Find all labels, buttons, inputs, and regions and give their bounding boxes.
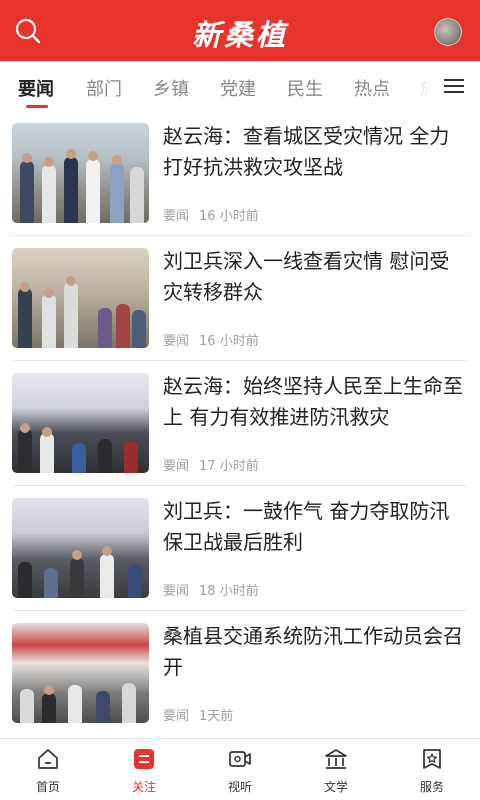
article-time: 17 小时前 <box>199 459 259 474</box>
channel-tabs: 要闻 部门 乡镇 党建 民生 热点 旅 <box>0 61 480 111</box>
article-title: 桑植县交通系统防汛工作动员会召开 <box>163 624 463 679</box>
article-category: 要闻 <box>163 709 190 724</box>
article-meta: 要闻 1天前 <box>163 705 243 724</box>
article-meta: 要闻 16 小时前 <box>163 330 269 349</box>
article-item[interactable]: 赵云海：始终坚持人民至上生命至上 有力有效推进防汛救灾 要闻 17 小时前 <box>12 361 468 486</box>
article-time: 18 小时前 <box>199 584 259 599</box>
follow-icon <box>134 749 154 769</box>
article-title: 刘卫兵：一鼓作气 奋力夺取防汛保卫战最后胜利 <box>163 499 450 554</box>
article-thumbnail <box>12 123 149 223</box>
nav-label: 文学 <box>323 780 348 794</box>
app-logo: 新桑植 <box>191 18 288 52</box>
nav-label: 服务 <box>419 780 444 794</box>
article-item[interactable]: 刘卫兵：一鼓作气 奋力夺取防汛保卫战最后胜利 要闻 18 小时前 <box>12 486 468 611</box>
article-category: 要闻 <box>163 209 190 224</box>
article-time: 16 小时前 <box>199 209 259 224</box>
tabs-fade <box>392 61 432 111</box>
tab-minsheng[interactable]: 民生 <box>287 75 323 101</box>
nav-video[interactable]: 视听 <box>192 739 288 800</box>
active-tab-indicator <box>26 105 48 108</box>
nav-label: 关注 <box>131 780 156 794</box>
bottom-nav: 首页 关注 视听 文学 服务 <box>0 738 480 800</box>
article-thumbnail <box>12 498 149 598</box>
home-icon <box>38 749 58 769</box>
nav-home[interactable]: 首页 <box>0 739 96 800</box>
literature-icon <box>325 749 347 769</box>
article-thumbnail <box>12 373 149 473</box>
nav-label: 首页 <box>35 780 60 794</box>
article-item[interactable]: 刘卫兵深入一线查看灾情 慰问受灾转移群众 要闻 16 小时前 <box>12 236 468 361</box>
avatar[interactable] <box>434 18 462 46</box>
article-category: 要闻 <box>163 334 190 349</box>
article-category: 要闻 <box>163 459 190 474</box>
article-title: 赵云海：始终坚持人民至上生命至上 有力有效推进防汛救灾 <box>163 374 463 429</box>
article-time: 1天前 <box>199 709 234 724</box>
article-meta: 要闻 17 小时前 <box>163 455 269 474</box>
app-header: 新桑植 <box>0 0 480 61</box>
article-title: 刘卫兵深入一线查看灾情 慰问受灾转移群众 <box>163 249 450 304</box>
tab-redian[interactable]: 热点 <box>354 75 390 101</box>
nav-literature[interactable]: 文学 <box>288 739 384 800</box>
article-thumbnail <box>12 248 149 348</box>
tab-xiangzhen[interactable]: 乡镇 <box>153 75 189 101</box>
article-item[interactable]: 赵云海：查看城区受灾情况 全力打好抗洪救灾攻坚战 要闻 16 小时前 <box>12 111 468 236</box>
tab-bumen[interactable]: 部门 <box>86 75 122 101</box>
article-time: 16 小时前 <box>199 334 259 349</box>
service-icon <box>423 749 441 769</box>
article-thumbnail <box>12 623 149 723</box>
nav-label: 视听 <box>227 780 252 794</box>
tab-yaowen[interactable]: 要闻 <box>18 75 54 101</box>
tab-dangjian[interactable]: 党建 <box>220 75 256 101</box>
article-meta: 要闻 16 小时前 <box>163 205 269 224</box>
nav-follow[interactable]: 关注 <box>96 739 192 800</box>
nav-service[interactable]: 服务 <box>384 739 480 800</box>
article-meta: 要闻 18 小时前 <box>163 580 269 599</box>
video-icon <box>229 751 251 767</box>
article-item[interactable]: 桑植县交通系统防汛工作动员会召开 要闻 1天前 <box>12 611 468 736</box>
article-title: 赵云海：查看城区受灾情况 全力打好抗洪救灾攻坚战 <box>163 124 450 179</box>
menu-icon[interactable] <box>430 61 480 111</box>
article-category: 要闻 <box>163 584 190 599</box>
